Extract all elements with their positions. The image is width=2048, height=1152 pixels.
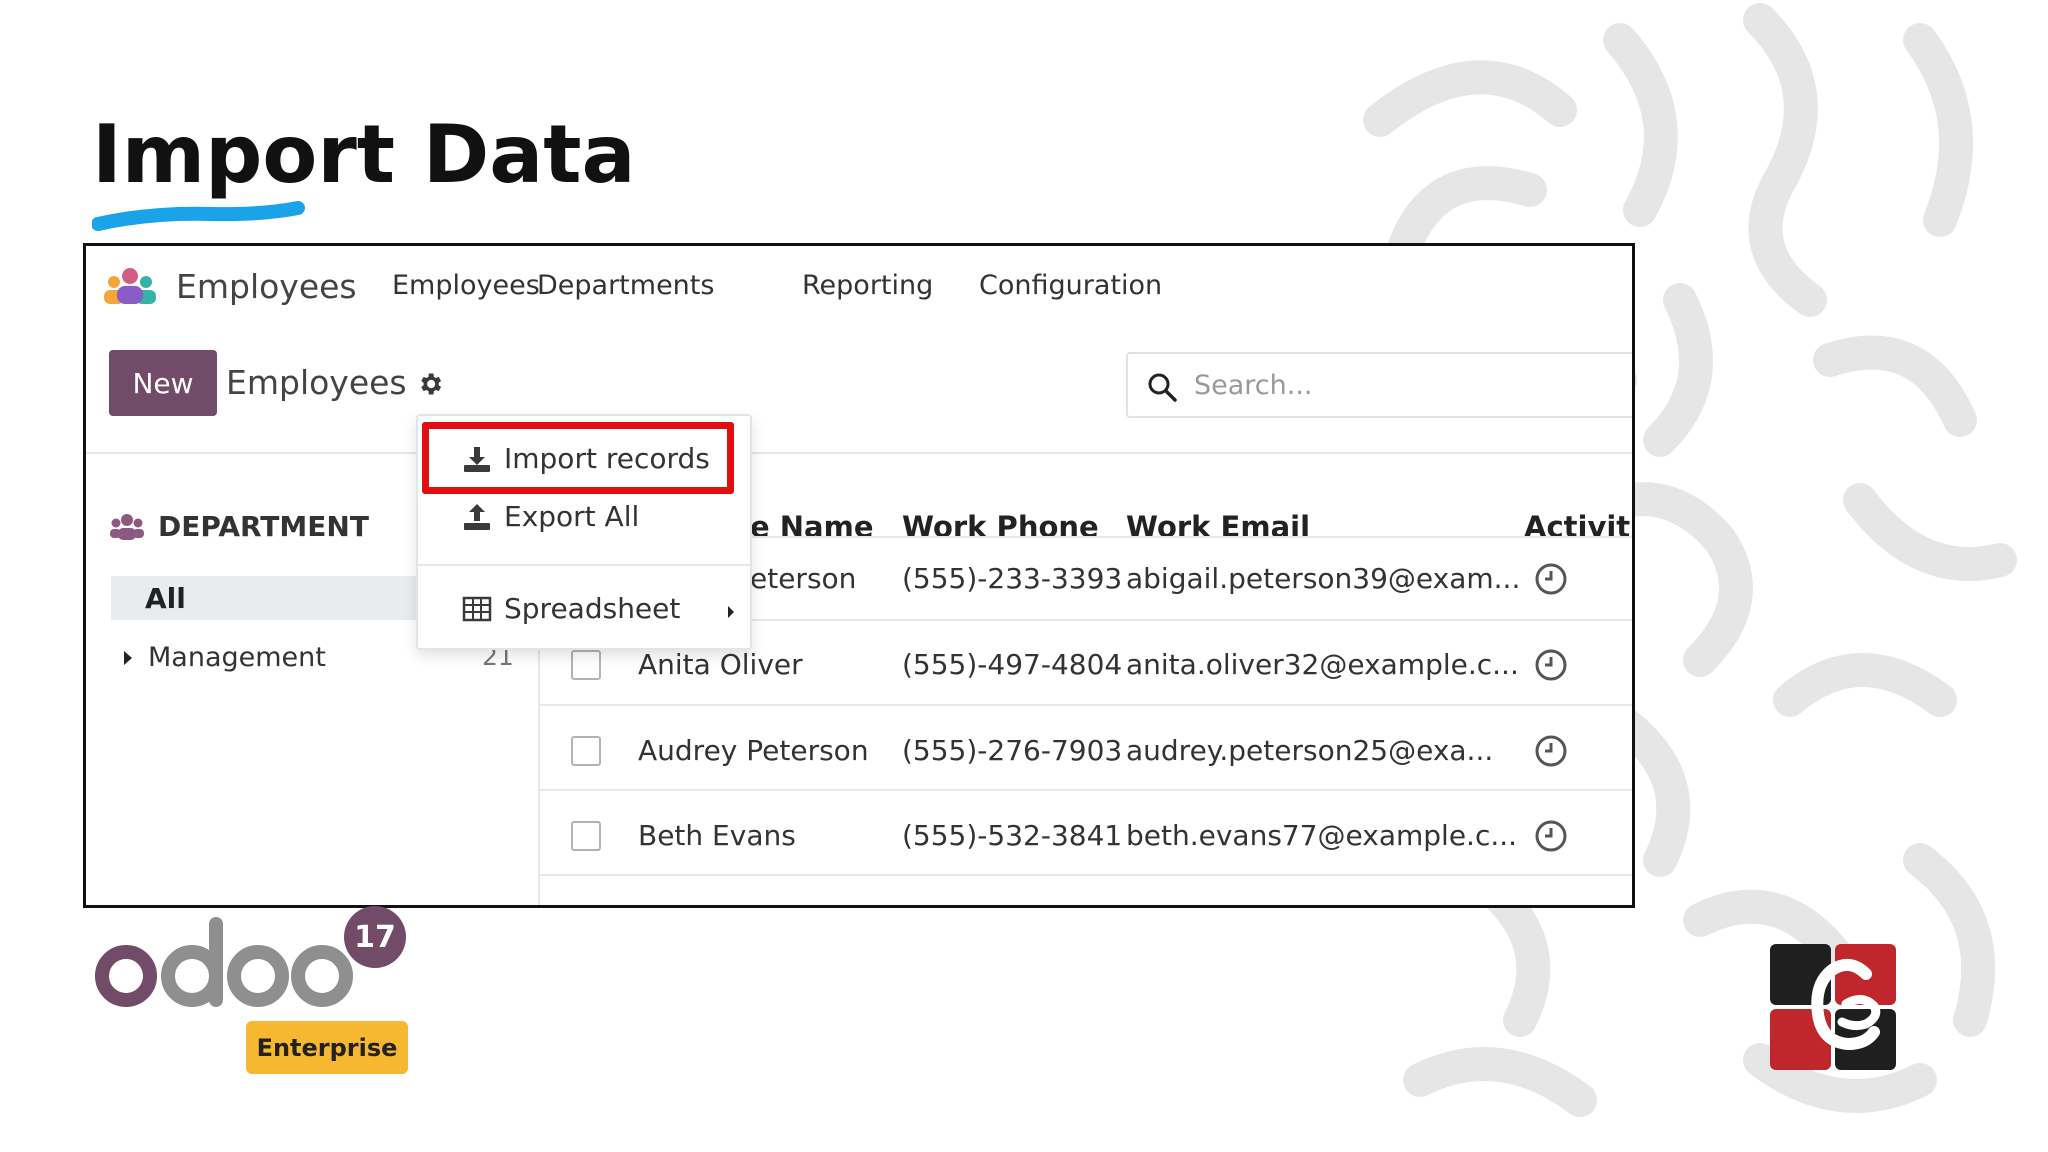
search-icon	[1148, 373, 1177, 402]
search-input[interactable]: Search...	[1126, 352, 1632, 418]
users-icon	[110, 513, 144, 540]
nav-employees[interactable]: Employees	[392, 270, 540, 301]
employees-app-icon	[104, 268, 156, 304]
row-email: abigail.peterson39@exam...	[1126, 562, 1521, 595]
nav-reporting[interactable]: Reporting	[802, 270, 933, 301]
company-logo	[1770, 944, 1896, 1070]
caret-right-icon	[728, 606, 734, 618]
odoo-logo	[95, 917, 353, 1007]
row-phone: (555)-233-3393	[902, 562, 1123, 595]
caret-right-icon	[124, 650, 132, 665]
table-icon	[462, 596, 492, 621]
top-navbar: Employees Employees Departments Reportin…	[86, 246, 1632, 326]
row-checkbox[interactable]	[571, 650, 601, 680]
row-phone: (555)-276-7903	[902, 734, 1123, 767]
nav-departments[interactable]: Departments	[537, 270, 714, 301]
app-brand[interactable]: Employees	[102, 262, 357, 310]
header-name[interactable]: e Name	[750, 510, 874, 544]
row-name[interactable]: Audrey Peterson	[638, 734, 869, 767]
row-name[interactable]: Anita Oliver	[638, 648, 803, 681]
slide-title: Import Data	[92, 108, 636, 201]
title-underline	[92, 201, 305, 231]
nav-configuration[interactable]: Configuration	[979, 270, 1162, 301]
department-all-label: All	[145, 582, 186, 615]
header-work-email[interactable]: Work Email	[1126, 510, 1310, 544]
row-divider	[538, 789, 1632, 791]
row-email: audrey.peterson25@exa...	[1126, 734, 1494, 767]
breadcrumb: Employees	[226, 363, 407, 402]
row-divider	[538, 874, 1632, 876]
row-divider	[538, 704, 1632, 706]
row-phone: (555)-532-3841	[902, 819, 1123, 852]
row-name[interactable]: eterson	[750, 562, 856, 595]
clock-icon[interactable]	[1534, 734, 1568, 768]
clock-icon[interactable]	[1534, 562, 1568, 596]
export-all-label: Export All	[504, 500, 640, 533]
odoo-screenshot: Employees Employees Departments Reportin…	[83, 243, 1635, 908]
header-work-phone[interactable]: Work Phone	[902, 510, 1099, 544]
row-checkbox[interactable]	[571, 736, 601, 766]
new-button[interactable]: New	[109, 350, 217, 416]
version-badge: 17	[344, 906, 406, 968]
spreadsheet-label: Spreadsheet	[504, 592, 681, 625]
dropdown-separator	[418, 564, 750, 566]
management-label: Management	[148, 642, 326, 673]
highlight-box	[422, 422, 734, 494]
header-activities[interactable]: Activitie	[1524, 510, 1632, 544]
app-name: Employees	[176, 266, 357, 306]
clock-icon[interactable]	[1534, 819, 1568, 853]
spreadsheet-item[interactable]: Spreadsheet	[462, 592, 680, 625]
export-all-item[interactable]: Export All	[462, 500, 639, 533]
search-placeholder: Search...	[1194, 370, 1313, 401]
clock-icon[interactable]	[1534, 648, 1568, 682]
department-heading: DEPARTMENT	[110, 510, 369, 543]
row-name[interactable]: Beth Evans	[638, 819, 796, 852]
enterprise-badge: Enterprise	[246, 1021, 408, 1074]
gear-icon[interactable]	[416, 370, 444, 398]
row-email: beth.evans77@example.c...	[1126, 819, 1518, 852]
row-phone: (555)-497-4804	[902, 648, 1123, 681]
department-management[interactable]: Management	[122, 642, 326, 673]
upload-icon	[464, 503, 490, 530]
row-checkbox[interactable]	[571, 821, 601, 851]
row-email: anita.oliver32@example.c...	[1126, 648, 1519, 681]
department-label: DEPARTMENT	[158, 510, 369, 543]
